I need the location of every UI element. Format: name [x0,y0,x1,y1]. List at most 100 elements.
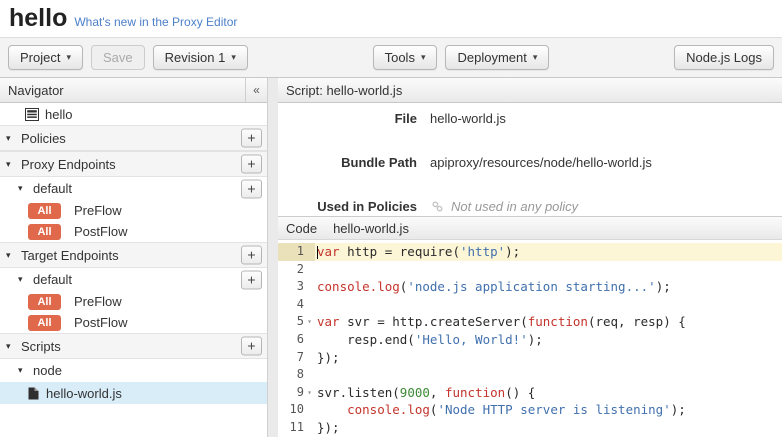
code-token: console.log [347,402,430,417]
code-token: (req, resp) { [588,314,686,329]
caret-down-icon: ▾ [421,52,426,63]
code-text [315,261,782,279]
file-icon [28,387,39,400]
script-panel: Script: hello-world.js Filehello-world.j… [278,78,782,437]
code-tab-label: Code [286,221,317,236]
code-line-1[interactable]: 1var http = require('http'); [278,243,782,261]
nav-flow-preflow[interactable]: AllPreFlow [0,291,267,312]
nav-flow-postflow[interactable]: AllPostFlow [0,312,267,333]
save-button[interactable]: Save [91,45,145,70]
add-button[interactable]: + [241,129,262,148]
button-label: Save [103,50,133,65]
main-area: Navigator « hello▾Policies+▾Proxy Endpoi… [0,78,782,437]
collapse-navigator-button[interactable]: « [245,78,267,102]
nav-proxy-root-hello[interactable]: hello [0,103,267,125]
detail-row-file: File hello-world.js [278,111,782,126]
navigator-title: Navigator [8,83,64,98]
toolbar: Project ▾ Save Revision 1 ▾ Tools ▾ Depl… [0,38,782,78]
nav-section-target-endpoints[interactable]: ▾Target Endpoints+ [0,242,267,268]
code-file-name: hello-world.js [333,221,409,236]
code-line-8[interactable]: 8 [278,366,782,384]
nav-flow-postflow[interactable]: AllPostFlow [0,221,267,242]
code-token: 'Hello, World!' [415,332,528,347]
panel-splitter[interactable] [268,78,278,437]
nav-group-node[interactable]: ▾node [0,359,267,382]
navigator-header: Navigator « [0,78,267,103]
add-button[interactable]: + [241,246,262,265]
unlink-icon [430,199,445,214]
expand-triangle-icon[interactable]: ▾ [6,133,15,144]
code-line-6[interactable]: 6 resp.end('Hello, World!'); [278,331,782,349]
code-line-10[interactable]: 10 console.log('Node HTTP server is list… [278,401,782,419]
whats-new-link[interactable]: What's new in the Proxy Editor [74,15,237,29]
button-label: Node.js Logs [686,50,762,65]
fold-toggle-icon[interactable]: ▾ [304,384,315,402]
nav-section-proxy-endpoints[interactable]: ▾Proxy Endpoints+ [0,151,267,177]
proxy-icon [25,108,39,121]
code-line-4[interactable]: 4 [278,296,782,314]
add-button[interactable]: + [241,179,262,198]
nav-item-label: Policies [21,131,66,146]
code-text: }); [315,349,782,367]
code-text: svr.listen(9000, function() { [315,384,782,402]
add-button[interactable]: + [241,337,262,356]
nav-file-hello-world-js[interactable]: hello-world.js [0,382,267,404]
code-line-7[interactable]: 7}); [278,349,782,367]
code-line-5[interactable]: 5▾var svr = http.createServer(function(r… [278,313,782,331]
app-header: hello What's new in the Proxy Editor [0,0,782,38]
line-number: 10 [278,401,304,419]
code-token: 'Node HTTP server is listening' [437,402,670,417]
flow-all-badge: All [28,315,61,331]
nav-group-default[interactable]: ▾default+ [0,268,267,291]
code-editor[interactable]: 1var http = require('http');23console.lo… [278,240,782,437]
field-value-text: apiproxy/resources/node/hello-world.js [430,155,652,170]
code-text: console.log('Node HTTP server is listeni… [315,401,782,419]
code-token: var [317,314,340,329]
expand-triangle-icon[interactable]: ▾ [18,274,27,285]
nodejs-logs-button[interactable]: Node.js Logs [674,45,774,70]
field-label: Used in Policies [278,199,417,214]
code-token: }); [317,350,340,365]
code-token: console.log [317,279,400,294]
revision-menu-button[interactable]: Revision 1 ▾ [153,45,248,70]
nav-group-default[interactable]: ▾ default + [0,177,267,200]
code-line-11[interactable]: 11}); [278,419,782,437]
caret-down-icon: ▾ [533,52,538,63]
expand-triangle-icon[interactable]: ▾ [6,250,15,261]
detail-row-bundle-path: Bundle Pathapiproxy/resources/node/hello… [278,155,782,170]
deployment-menu-button[interactable]: Deployment ▾ [445,45,549,70]
expand-triangle-icon[interactable]: ▾ [6,341,15,352]
nav-flow-preflow[interactable]: All PreFlow [0,200,267,221]
add-button[interactable]: + [241,270,262,289]
nav-item-label: PreFlow [74,203,122,218]
proxy-editor-app: hello What's new in the Proxy Editor Pro… [0,0,782,437]
nav-section-policies[interactable]: ▾ Policies + [0,125,267,151]
fold-gutter [304,331,315,349]
expand-triangle-icon[interactable]: ▾ [18,365,27,376]
code-token: ); [505,244,520,259]
add-button[interactable]: + [241,155,262,174]
expand-triangle-icon[interactable]: ▾ [18,183,27,194]
nav-section-scripts[interactable]: ▾Scripts+ [0,333,267,359]
code-line-9[interactable]: 9▾svr.listen(9000, function() { [278,384,782,402]
code-token: svr.listen( [317,385,400,400]
expand-triangle-icon[interactable]: ▾ [6,159,15,170]
field-value: hello-world.js [430,111,506,126]
code-token: http = require( [340,244,460,259]
code-token: resp.end( [317,332,415,347]
button-label: Project [20,50,60,65]
nav-item-label: hello-world.js [46,386,122,401]
detail-row-used-in-policies: Used in PoliciesNot used in any policy [278,199,782,214]
fold-gutter [304,419,315,437]
field-label: File [278,111,417,126]
tools-menu-button[interactable]: Tools ▾ [373,45,438,70]
code-line-3[interactable]: 3console.log('node.js application starti… [278,278,782,296]
fold-gutter [304,296,315,314]
fold-toggle-icon[interactable]: ▾ [304,313,315,331]
project-menu-button[interactable]: Project ▾ [8,45,83,70]
code-token: function [445,385,505,400]
code-line-2[interactable]: 2 [278,261,782,279]
nav-item-label: default [33,181,72,196]
flow-all-badge: All [28,203,61,219]
code-text: resp.end('Hello, World!'); [315,331,782,349]
